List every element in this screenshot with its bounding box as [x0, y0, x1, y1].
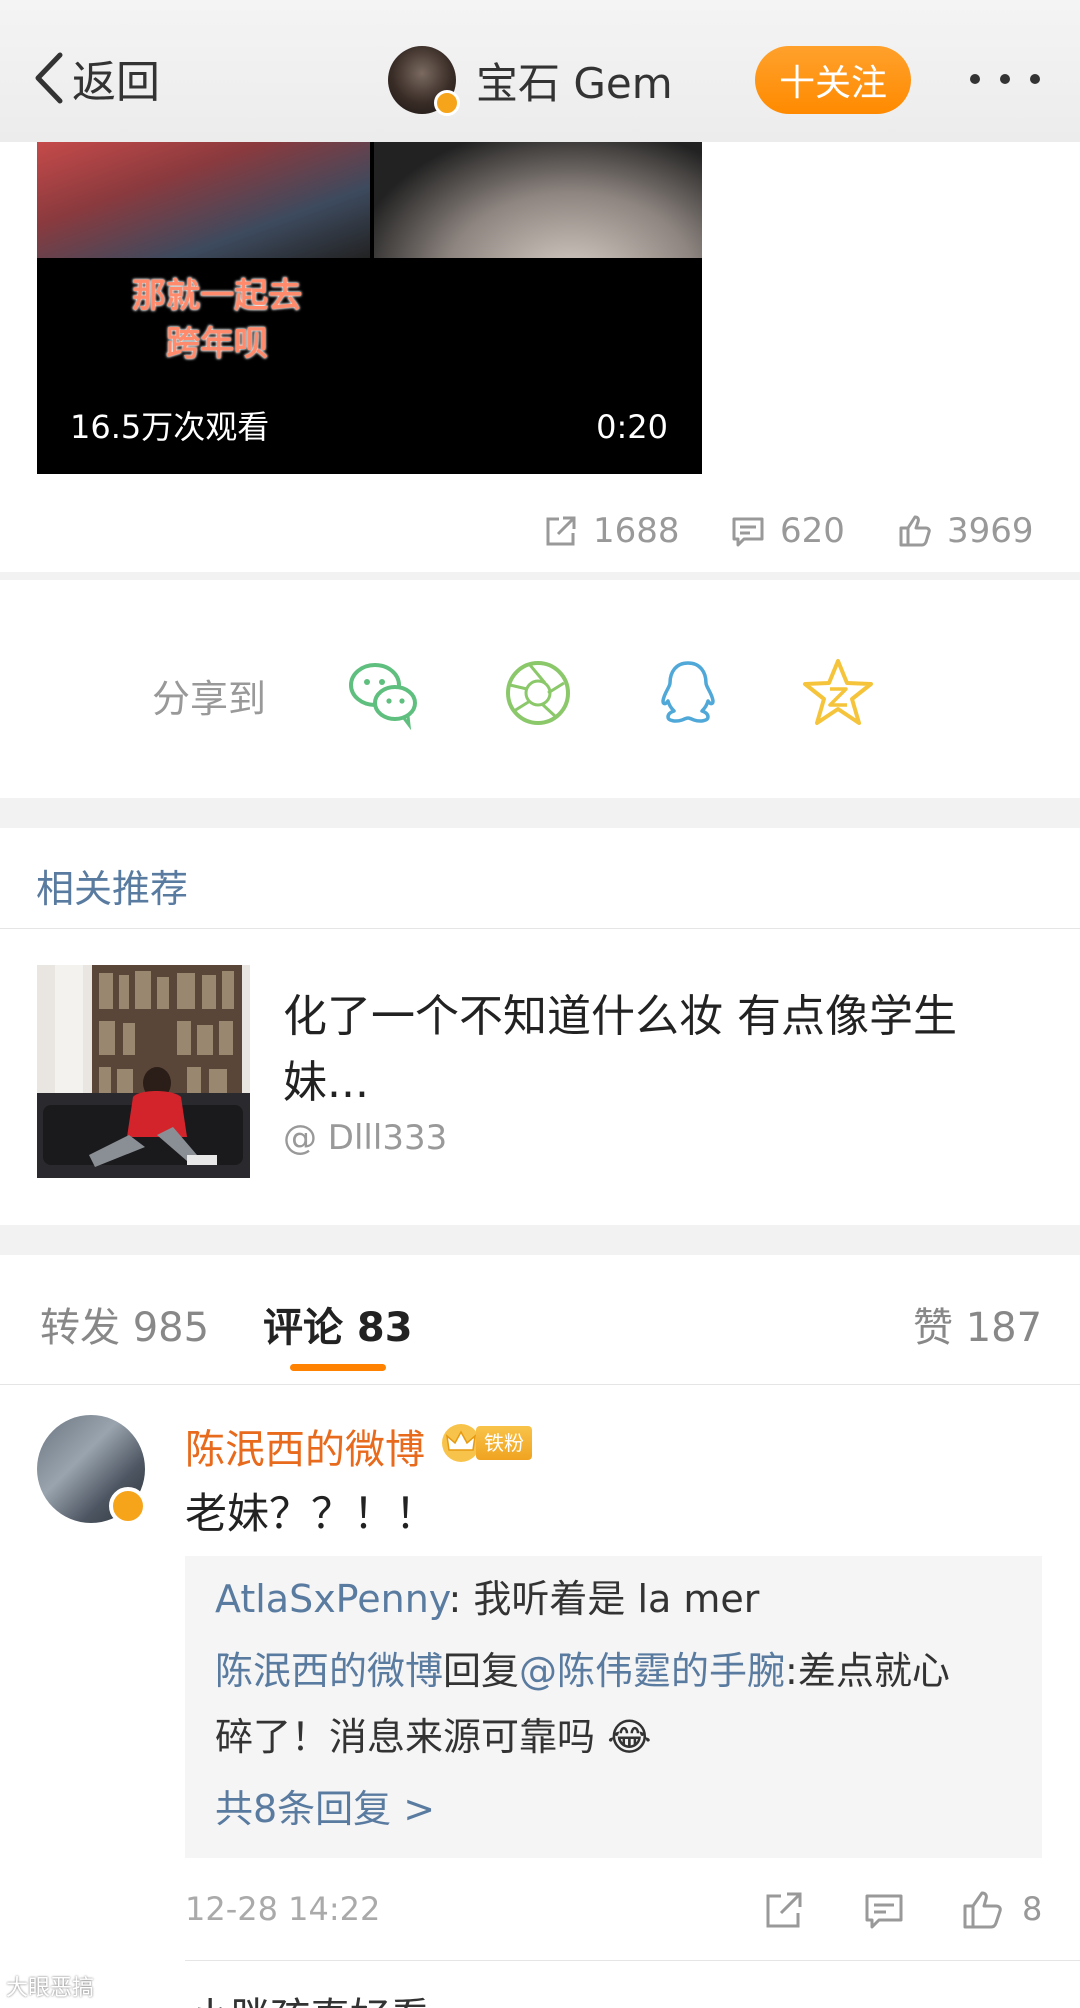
comment-text: 老妹？？！！	[185, 1489, 438, 1538]
comment-icon	[732, 517, 764, 547]
video-frame-right	[374, 142, 702, 258]
qzone-icon[interactable]	[800, 655, 876, 731]
related-post-text[interactable]: 化了一个不知道什么妆 有点像学生妹...	[283, 984, 1023, 1116]
back-label: 返回	[72, 57, 160, 108]
commenter-avatar[interactable]	[37, 1415, 147, 1525]
verified-badge-icon	[109, 1487, 147, 1525]
related-thumbnail-image	[37, 965, 250, 1178]
reply-user-link[interactable]: 陈泯西的微博	[215, 1649, 443, 1693]
comment-like-count: 8	[1022, 1890, 1043, 1928]
view-count: 16.5万次观看	[70, 408, 270, 446]
commenter-name[interactable]: 陈泯西的微博	[185, 1417, 425, 1475]
thumbs-up-icon	[899, 515, 931, 547]
top-navigation-bar: 返回 宝石 Gem 十关注	[0, 0, 1080, 142]
watermark: 大眼恶搞	[6, 1976, 95, 2001]
tab-comments[interactable]: 评论 83	[263, 1295, 413, 1353]
video-caption: 那就一起去 跨年呗	[132, 276, 302, 364]
account-profile[interactable]: 宝石 Gem	[388, 46, 673, 116]
section-divider	[0, 572, 1080, 580]
follow-button[interactable]: 十关注	[755, 46, 911, 114]
related-section-title: 相关推荐	[36, 867, 189, 911]
tab-likes[interactable]: 赞 187	[913, 1295, 1042, 1353]
reply-text-continuation: 碎了！消息来源可靠吗 😂	[215, 1715, 652, 1759]
related-thumbnail[interactable]	[37, 965, 250, 1178]
video-duration: 0:20	[596, 408, 668, 446]
more-replies-link[interactable]: 共8条回复 >	[215, 1776, 435, 1842]
moments-icon[interactable]	[500, 655, 576, 731]
reply-item: AtlaSxPenny: 我听着是 la mer	[215, 1566, 759, 1632]
reply-preview-box[interactable]: AtlaSxPenny: 我听着是 la mer 陈泯西的微博回复@陈伟霆的手腕…	[185, 1556, 1042, 1858]
repost-icon	[546, 516, 576, 546]
divider	[0, 928, 1080, 929]
like-count: 3969	[947, 511, 1034, 551]
comment-count: 620	[780, 511, 845, 551]
chevron-left-icon	[35, 52, 63, 104]
comment-like-icon[interactable]	[960, 1888, 1004, 1932]
avatar[interactable]	[388, 46, 460, 116]
section-divider	[0, 798, 1080, 828]
comment-repost-icon[interactable]	[762, 1888, 806, 1932]
video-frame-left	[37, 142, 370, 258]
mention-link[interactable]: @陈伟霆的手腕	[519, 1649, 785, 1693]
next-comment-preview: 小胖孩真好看	[190, 1985, 430, 2008]
video-player[interactable]: 那就一起去 跨年呗 16.5万次观看 0:20	[37, 142, 702, 474]
fan-badge-label: 铁粉	[476, 1426, 532, 1460]
reply-verb: 回复	[443, 1649, 520, 1693]
reply-item: 陈泯西的微博回复@陈伟霆的手腕:差点就心	[215, 1638, 950, 1704]
reply-text: : 我听着是 la mer	[448, 1577, 760, 1621]
comment-button[interactable]: 620	[730, 506, 845, 556]
tab-reposts[interactable]: 转发 985	[40, 1295, 209, 1353]
repost-button[interactable]: 1688	[543, 506, 680, 556]
reply-text: :差点就心	[785, 1649, 950, 1693]
fan-badge: 铁粉	[440, 1422, 532, 1464]
like-button[interactable]: 3969	[897, 506, 1034, 556]
divider	[0, 1384, 1080, 1385]
section-divider	[0, 1225, 1080, 1255]
account-name[interactable]: 宝石 Gem	[476, 50, 673, 111]
comment-reply-icon[interactable]	[862, 1888, 906, 1932]
related-post-author[interactable]: @ Dlll333	[283, 1118, 447, 1158]
reply-user-link[interactable]: AtlaSxPenny	[215, 1577, 449, 1621]
more-options-icon[interactable]	[970, 64, 1040, 94]
repost-count: 1688	[593, 511, 680, 551]
active-tab-indicator	[290, 1364, 386, 1371]
verified-badge-icon	[434, 90, 460, 116]
qq-icon[interactable]	[650, 655, 726, 731]
comment-timestamp: 12-28 14:22	[185, 1890, 381, 1928]
divider	[185, 1960, 1080, 1961]
back-button[interactable]: 返回	[30, 48, 160, 108]
wechat-icon[interactable]	[345, 655, 421, 731]
share-label: 分享到	[152, 677, 267, 721]
